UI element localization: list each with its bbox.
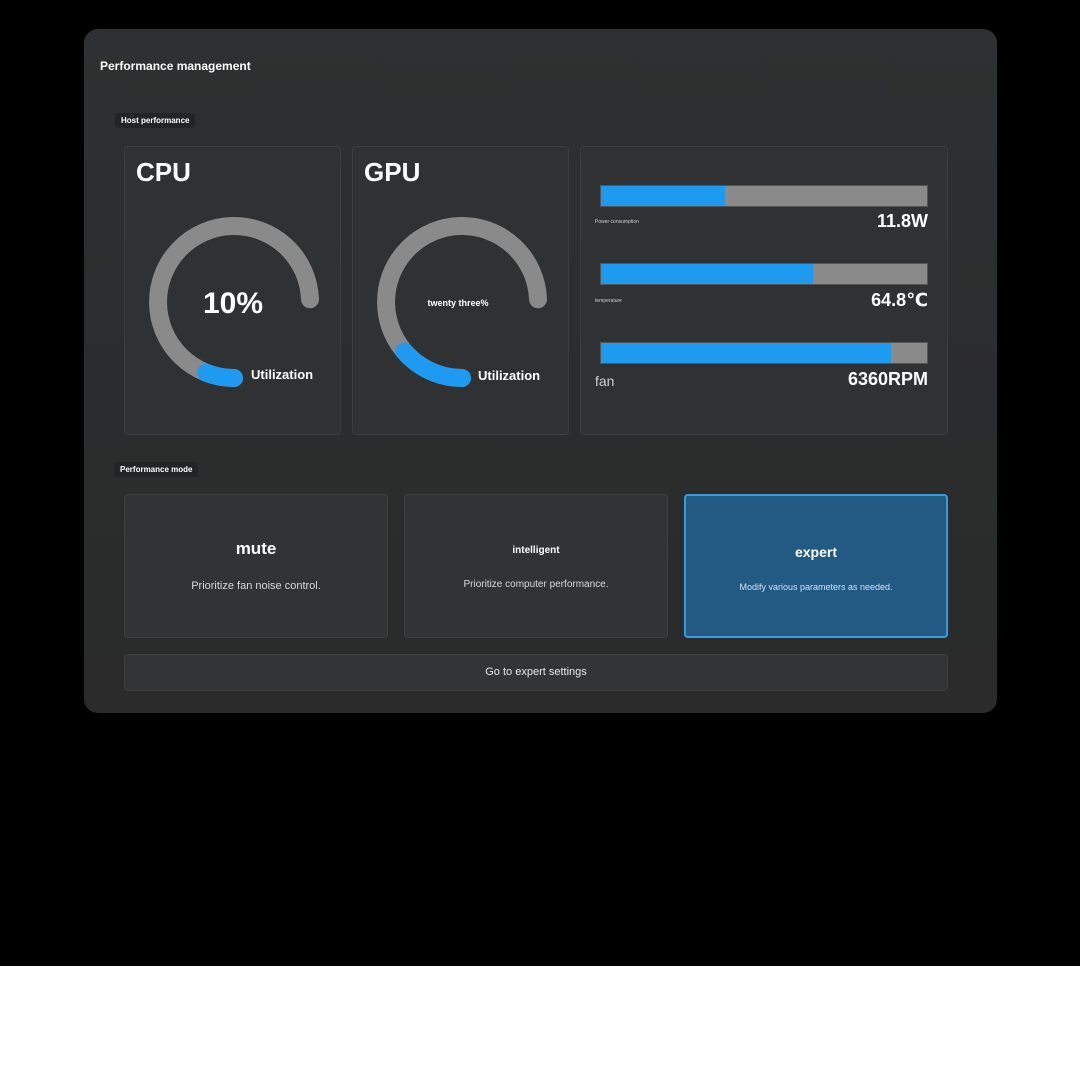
host-performance-label: Host performance — [115, 113, 196, 128]
mode-card-expert[interactable]: expert Modify various parameters as need… — [684, 494, 948, 638]
temperature-value: 64.8℃ — [871, 290, 928, 310]
temperature-label: temperature — [595, 298, 622, 304]
gpu-gauge-fill — [395, 342, 471, 387]
gpu-gauge — [377, 217, 547, 387]
expert-settings-button[interactable]: Go to expert settings — [124, 654, 948, 691]
gpu-card: GPU twenty three% Utilization — [352, 146, 569, 435]
cpu-value: 10% — [202, 287, 264, 320]
mode-intelligent-desc: Prioritize computer performance. — [463, 579, 609, 590]
mode-mute-desc: Prioritize fan noise control. — [191, 580, 321, 592]
cpu-unit-label: Utilization — [251, 367, 314, 382]
cpu-card: CPU 10% Utilization — [124, 146, 341, 435]
power-label: Power consumption — [595, 219, 639, 225]
fan-value: 6360RPM — [847, 369, 928, 389]
cpu-gauge-fill — [197, 363, 243, 387]
mode-expert-name: expert — [794, 544, 838, 560]
metrics-card: Power consumption 11.8W temperature 64.8… — [580, 146, 948, 435]
temperature-bar-fill — [601, 264, 813, 284]
performance-mode-label: Performance mode — [114, 462, 199, 477]
mode-card-intelligent[interactable]: intelligent Prioritize computer performa… — [404, 494, 668, 638]
power-bar-fill — [601, 186, 725, 206]
gpu-value: twenty three% — [427, 298, 489, 308]
mode-mute-name: mute — [235, 539, 277, 558]
performance-panel: Performance management Host performance … — [84, 29, 997, 713]
power-bar — [600, 185, 928, 207]
mode-expert-desc: Modify various parameters as needed. — [739, 582, 893, 592]
power-value: 11.8W — [876, 211, 928, 231]
gpu-unit-label: Utilization — [478, 368, 541, 383]
fan-bar — [600, 342, 928, 364]
fan-label: fan — [595, 373, 615, 389]
mode-card-mute[interactable]: mute Prioritize fan noise control. — [124, 494, 388, 638]
fan-bar-fill — [601, 343, 892, 363]
temperature-bar — [600, 263, 928, 285]
panel-title: Performance management — [100, 59, 251, 73]
mode-intelligent-name: intelligent — [512, 545, 560, 556]
